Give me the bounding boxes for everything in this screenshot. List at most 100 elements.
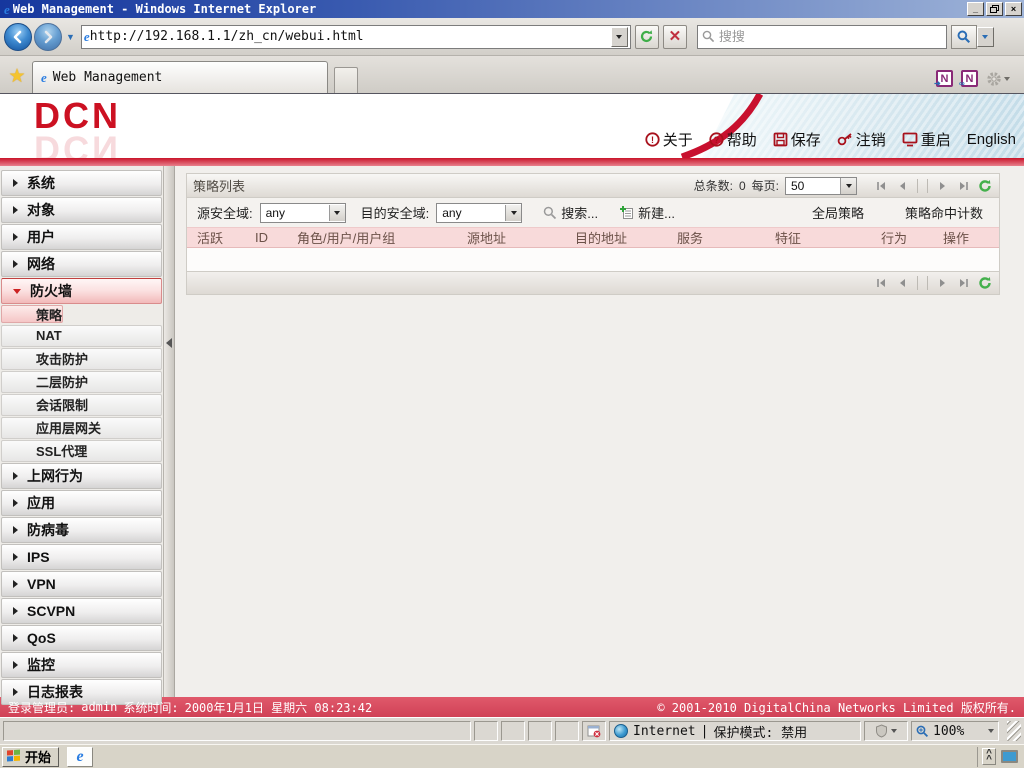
onenote-linked-icon[interactable]: N ∞ [959, 70, 978, 88]
tab-web-management[interactable]: e Web Management [32, 61, 328, 93]
policy-list-panel: 策略列表 总条数: 0 每页: 50 源安全域: any 目的安全域: any … [186, 173, 1000, 295]
about-link[interactable]: ! 关于 [645, 129, 693, 150]
logout-link[interactable]: 注销 [837, 129, 886, 150]
monitor-icon [902, 132, 918, 147]
sidebar-item-application[interactable]: 应用 [1, 489, 162, 516]
favorites-star-icon[interactable]: ★ [2, 62, 32, 90]
save-icon [773, 132, 788, 147]
first-page-icon[interactable] [873, 275, 889, 291]
sidebar-item-qos[interactable]: QoS [1, 624, 162, 651]
pagination-bottom [873, 275, 993, 291]
network-monitor-icon[interactable] [1001, 750, 1018, 763]
ie-logo-icon: e [76, 747, 84, 765]
sidebar-splitter[interactable] [163, 166, 175, 697]
collapse-sidebar-icon[interactable] [166, 338, 172, 348]
window-titlebar: e Web Management - Windows Internet Expl… [0, 0, 1024, 18]
web-search-input[interactable] [718, 29, 942, 44]
sidebar-item-objects[interactable]: 对象 [1, 197, 162, 223]
prev-page-icon[interactable] [894, 178, 910, 194]
save-link[interactable]: 保存 [773, 129, 821, 150]
search-options-button[interactable] [976, 26, 994, 47]
sidebar-item-vpn[interactable]: VPN [1, 570, 162, 597]
sidebar-item-users[interactable]: 用户 [1, 224, 162, 250]
english-link[interactable]: English [967, 131, 1016, 148]
search-policies-button[interactable]: 搜索... [543, 203, 598, 222]
chevron-right-icon [13, 260, 18, 268]
security-zone-segment: Internet | 保护模式: 禁用 [609, 721, 861, 741]
src-zone-select[interactable]: any [259, 202, 346, 223]
table-body-empty [187, 248, 999, 271]
sidebar-subitem-session-limit[interactable]: 会话限制 [1, 393, 162, 416]
sidebar-subitem-nat[interactable]: NAT [1, 324, 162, 347]
col-src: 源地址 [467, 231, 507, 246]
blocked-popup-indicator [582, 721, 606, 741]
refresh-button[interactable] [634, 24, 659, 49]
show-hidden-icons-button[interactable]: ^ ^ [982, 748, 996, 765]
restart-link[interactable]: 重启 [902, 129, 951, 150]
chevron-right-icon [13, 606, 18, 615]
sidebar-subitem-attack-protection[interactable]: 攻击防护 [1, 347, 162, 370]
refresh-list-icon[interactable] [977, 275, 993, 291]
history-dropdown-button[interactable]: ▼ [66, 32, 75, 42]
forward-button[interactable] [34, 22, 62, 51]
sidebar-subitem-l2-protection[interactable]: 二层防护 [1, 370, 162, 393]
stop-x-icon: ✕ [668, 28, 682, 45]
global-policy-link[interactable]: 全局策略 [812, 203, 864, 222]
sidebar-item-firewall[interactable]: 防火墙 [1, 278, 162, 304]
minimize-button[interactable]: _ [967, 2, 984, 16]
col-role: 角色/用户/用户组 [297, 231, 396, 246]
admin-value: admin [81, 700, 118, 714]
new-document-icon [620, 206, 634, 219]
last-page-icon[interactable] [956, 275, 972, 291]
prev-page-icon[interactable] [894, 275, 910, 291]
resize-grip[interactable] [1007, 721, 1021, 741]
refresh-list-icon[interactable] [977, 178, 993, 194]
blocked-page-icon [587, 725, 601, 737]
stop-button[interactable]: ✕ [662, 24, 687, 49]
url-dropdown-button[interactable] [610, 26, 628, 47]
sidebar-subitem-ssl-proxy[interactable]: SSL代理 [1, 439, 162, 462]
next-page-icon[interactable] [935, 178, 951, 194]
sidebar-subitem-policy[interactable]: 策略 [1, 305, 64, 323]
close-button[interactable]: × [1005, 2, 1022, 16]
col-service: 服务 [677, 231, 704, 246]
start-button[interactable]: 开始 [2, 746, 60, 767]
search-go-button[interactable] [950, 24, 977, 49]
col-action: 行为 [881, 231, 908, 246]
web-page: DCN DCN ! 关于 ? 帮助 保存 注销 重启 English 系统 对象… [0, 94, 1024, 717]
tools-gear-button[interactable] [986, 71, 1010, 87]
select-arrow-icon [328, 204, 345, 221]
quick-launch-ie[interactable]: e [67, 746, 94, 767]
sidebar-item-antivirus[interactable]: 防病毒 [1, 516, 162, 543]
per-page-select[interactable]: 50 [785, 176, 857, 195]
help-link[interactable]: ? 帮助 [709, 129, 757, 150]
sidebar-item-scvpn[interactable]: SCVPN [1, 597, 162, 624]
policy-hit-count-link[interactable]: 策略命中计数 [905, 203, 983, 222]
restore-button[interactable] [986, 2, 1003, 16]
sidebar-item-network[interactable]: 网络 [1, 251, 162, 277]
start-label: 开始 [25, 750, 52, 765]
windows-flag-icon [7, 749, 21, 764]
zoom-control[interactable]: 100% [911, 721, 999, 741]
search-go-icon [957, 30, 970, 43]
system-time-value: 2000年1月1日 星期六 08:23:42 [184, 700, 373, 715]
last-page-icon[interactable] [956, 178, 972, 194]
dst-zone-select[interactable]: any [436, 202, 523, 223]
sidebar-item-system[interactable]: 系统 [1, 170, 162, 196]
url-input[interactable] [89, 29, 611, 44]
sidebar-subitem-alg[interactable]: 应用层网关 [1, 416, 162, 439]
search-icon [544, 206, 557, 219]
onenote-send-icon[interactable]: N ➜ [934, 70, 953, 88]
page-status-bar: 登录管理员: admin 系统时间: 2000年1月1日 星期六 08:23:4… [0, 697, 1024, 717]
ie-logo-icon: e [4, 1, 10, 17]
next-page-icon[interactable] [935, 275, 951, 291]
new-policy-button[interactable]: 新建... [619, 203, 675, 222]
sidebar-item-monitor[interactable]: 监控 [1, 651, 162, 678]
privacy-button[interactable] [864, 721, 908, 741]
back-button[interactable] [4, 22, 32, 51]
sidebar-item-web-behavior[interactable]: 上网行为 [1, 462, 162, 489]
url-field: e [80, 24, 631, 49]
first-page-icon[interactable] [873, 178, 889, 194]
sidebar-item-ips[interactable]: IPS [1, 543, 162, 570]
new-tab-button[interactable] [334, 67, 358, 93]
